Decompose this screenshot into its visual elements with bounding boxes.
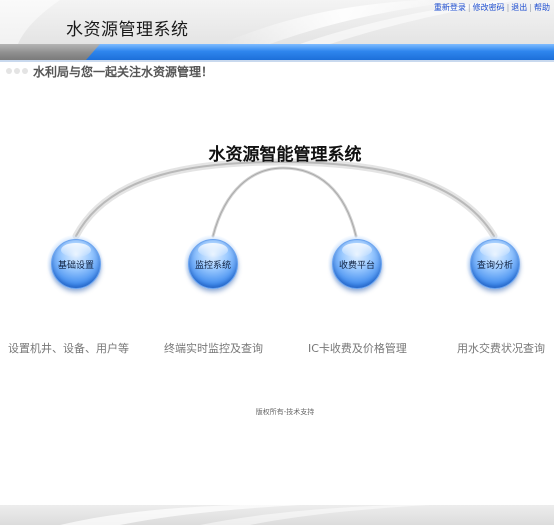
gloss-highlight <box>198 243 228 257</box>
module-basic-settings-button[interactable]: 基础设置 <box>51 239 101 289</box>
gloss-highlight <box>61 243 91 257</box>
module-monitoring-button[interactable]: 监控系统 <box>188 239 238 289</box>
system-title: 水资源智能管理系统 <box>208 145 362 165</box>
module-label: 基础设置 <box>57 260 94 271</box>
gloss-highlight <box>342 243 372 257</box>
bottom-band <box>0 505 554 525</box>
module-billing-button[interactable]: 收费平台 <box>332 239 382 289</box>
copyright-text: 版权所有-技术支持 <box>255 408 315 416</box>
module-query-analysis-button[interactable]: 查询分析 <box>470 239 520 289</box>
module-label: 监控系统 <box>194 260 231 271</box>
bottom-swoosh-decoration <box>60 505 430 525</box>
gloss-highlight <box>480 243 510 257</box>
module-description-billing: IC卡收费及价格管理 <box>308 342 407 355</box>
module-label: 收费平台 <box>338 260 375 271</box>
module-description-monitoring: 终端实时监控及查询 <box>164 342 263 355</box>
module-label: 查询分析 <box>476 260 513 271</box>
module-description-query-analysis: 用水交费状况查询 <box>457 342 545 355</box>
module-description-basic-settings: 设置机井、设备、用户等 <box>8 342 129 355</box>
